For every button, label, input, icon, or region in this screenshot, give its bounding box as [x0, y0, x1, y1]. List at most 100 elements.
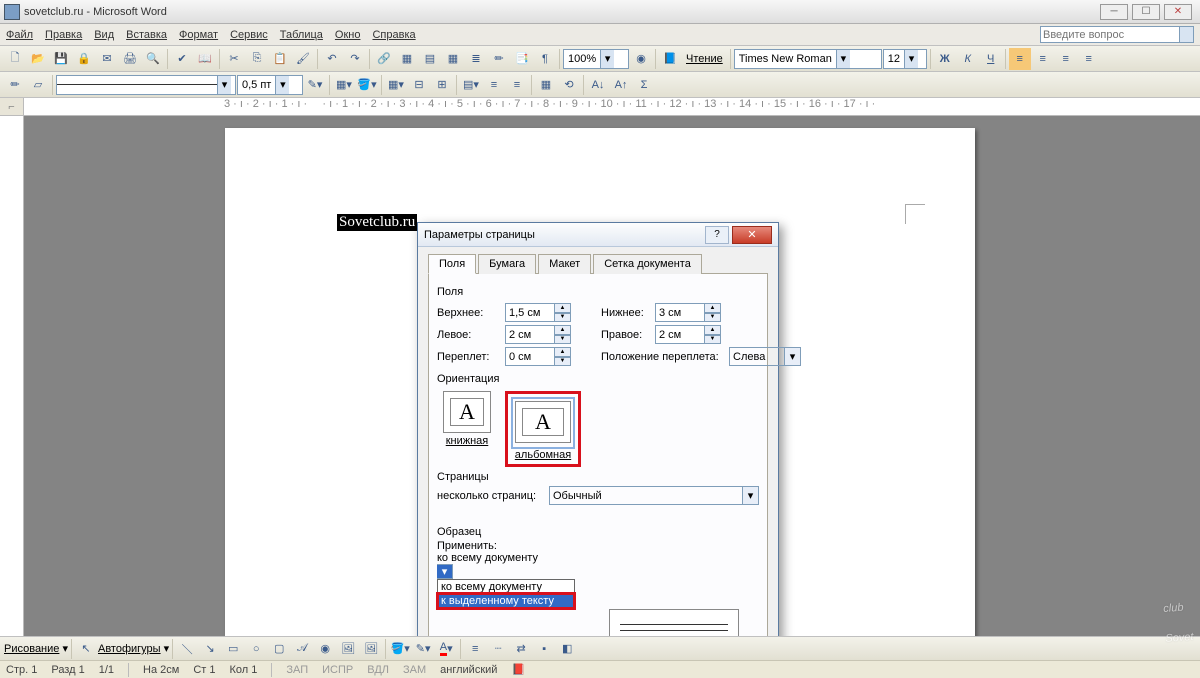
insert-table2-icon[interactable]: ▦▾ [385, 74, 407, 96]
apply-option-selection[interactable]: к выделенному тексту [438, 594, 574, 608]
align-left-button[interactable]: ≡ [1009, 48, 1031, 70]
menu-window[interactable]: Окно [335, 29, 361, 41]
distribute-rows-icon[interactable]: ≡ [483, 74, 505, 96]
cut-icon[interactable]: ✂ [223, 48, 245, 70]
dialog-help-button[interactable]: ? [705, 226, 729, 244]
border-color-icon[interactable]: ✎▾ [304, 74, 326, 96]
bold-button[interactable]: Ж [934, 48, 956, 70]
distribute-cols-icon[interactable]: ≡ [506, 74, 528, 96]
menu-edit[interactable]: Правка [45, 29, 82, 41]
menu-help[interactable]: Справка [372, 29, 415, 41]
diagram-icon[interactable]: ◉ [314, 638, 336, 660]
arrow-icon[interactable]: ↘ [199, 638, 221, 660]
sort-desc-icon[interactable]: A↑ [610, 74, 632, 96]
orientation-portrait[interactable]: A книжная [443, 391, 491, 467]
horizontal-ruler[interactable]: 3 · ı · 2 · ı · 1 · ı · · ı · 1 · ı · 2 … [24, 98, 1200, 115]
read-label[interactable]: Чтение [686, 53, 723, 65]
size-combo[interactable]: 12▾ [883, 49, 927, 69]
open-icon[interactable]: 📂 [27, 48, 49, 70]
line-icon[interactable]: ＼ [176, 638, 198, 660]
read-icon[interactable]: 📘 [659, 48, 681, 70]
vertical-ruler[interactable] [0, 116, 24, 647]
shadow-icon[interactable]: ▪ [533, 638, 555, 660]
gutter-input[interactable]: ▲▼ [505, 347, 571, 366]
oval-icon[interactable]: ○ [245, 638, 267, 660]
apply-to-select[interactable]: ко всему документу▾ [437, 552, 575, 579]
textbox-icon[interactable]: ▢ [268, 638, 290, 660]
showmarks-icon[interactable]: ¶ [534, 48, 556, 70]
drawing-icon[interactable]: ✏ [488, 48, 510, 70]
status-rev[interactable]: ИСПР [322, 664, 353, 676]
apply-to-dropdown[interactable]: ко всему документу к выделенному тексту [437, 579, 575, 609]
multi-pages-select[interactable]: Обычный▾ [549, 486, 759, 505]
tab-paper[interactable]: Бумага [478, 254, 536, 274]
picture-icon[interactable]: 🖼 [360, 638, 382, 660]
draw-table-icon[interactable]: ✏ [4, 74, 26, 96]
autosum-icon[interactable]: Σ [633, 74, 655, 96]
rectangle-icon[interactable]: ▭ [222, 638, 244, 660]
margin-left-input[interactable]: ▲▼ [505, 325, 571, 344]
autoformat-icon[interactable]: ▦ [535, 74, 557, 96]
text-direction-icon[interactable]: ⟲ [558, 74, 580, 96]
tables-borders-icon[interactable]: ▦ [396, 48, 418, 70]
font-color-icon[interactable]: A▾ [435, 638, 457, 660]
align-justify-button[interactable]: ≡ [1078, 48, 1100, 70]
autoshapes-menu[interactable]: Автофигуры ▾ [98, 642, 169, 655]
zoom-combo[interactable]: 100%▾ [563, 49, 629, 69]
margin-right-input[interactable]: ▲▼ [655, 325, 721, 344]
preview-icon[interactable]: 🔍 [142, 48, 164, 70]
select-arrow-icon[interactable]: ↖ [75, 638, 97, 660]
dialog-close-button[interactable]: ✕ [732, 226, 772, 244]
borders-icon[interactable]: ▦▾ [333, 74, 355, 96]
shading-icon[interactable]: 🪣▾ [356, 74, 378, 96]
tab-layout[interactable]: Макет [538, 254, 591, 274]
margin-top-input[interactable]: ▲▼ [505, 303, 571, 322]
italic-button[interactable]: К [957, 48, 979, 70]
maximize-button[interactable]: ☐ [1132, 4, 1160, 20]
email-icon[interactable]: ✉ [96, 48, 118, 70]
merge-cells-icon[interactable]: ⊟ [408, 74, 430, 96]
align-center-button[interactable]: ≡ [1032, 48, 1054, 70]
save-icon[interactable]: 💾 [50, 48, 72, 70]
arrowstyle-icon[interactable]: ⇄ [510, 638, 532, 660]
help-icon[interactable]: ◉ [630, 48, 652, 70]
menu-format[interactable]: Формат [179, 29, 218, 41]
align-cell-icon[interactable]: ▤▾ [460, 74, 482, 96]
menu-insert[interactable]: Вставка [126, 29, 167, 41]
clipart-icon[interactable]: 🖼 [337, 638, 359, 660]
line-style-combo[interactable]: ▾ [56, 75, 236, 95]
menu-tools[interactable]: Сервис [230, 29, 268, 41]
docmap-icon[interactable]: 📑 [511, 48, 533, 70]
undo-icon[interactable]: ↶ [321, 48, 343, 70]
selected-text[interactable]: Sovetclub.ru [337, 214, 417, 231]
line-color-icon[interactable]: ✎▾ [412, 638, 434, 660]
fill-color-icon[interactable]: 🪣▾ [389, 638, 411, 660]
dialog-titlebar[interactable]: Параметры страницы ? ✕ [418, 223, 778, 247]
new-doc-icon[interactable]: 🗋 [4, 48, 26, 70]
hyperlink-icon[interactable]: 🔗 [373, 48, 395, 70]
help-dropdown-icon[interactable] [1180, 26, 1194, 43]
split-cells-icon[interactable]: ⊞ [431, 74, 453, 96]
font-combo[interactable]: Times New Roman▾ [734, 49, 882, 69]
menu-view[interactable]: Вид [94, 29, 114, 41]
redo-icon[interactable]: ↷ [344, 48, 366, 70]
spell-icon[interactable]: ✔ [171, 48, 193, 70]
help-search-input[interactable] [1040, 26, 1180, 43]
research-icon[interactable]: 📖 [194, 48, 216, 70]
status-lang[interactable]: английский [440, 664, 497, 676]
status-rec[interactable]: ЗАП [286, 664, 308, 676]
minimize-button[interactable]: ─ [1100, 4, 1128, 20]
menu-file[interactable]: Файл [6, 29, 33, 41]
format-painter-icon[interactable]: 🖌 [292, 48, 314, 70]
linestyle-icon[interactable]: ≡ [464, 638, 486, 660]
tab-fields[interactable]: Поля [428, 254, 476, 274]
apply-option-all[interactable]: ко всему документу [438, 580, 574, 594]
align-right-button[interactable]: ≡ [1055, 48, 1077, 70]
tab-docgrid[interactable]: Сетка документа [593, 254, 702, 274]
eraser-icon[interactable]: ▱ [27, 74, 49, 96]
underline-button[interactable]: Ч [980, 48, 1002, 70]
dashstyle-icon[interactable]: ┈ [487, 638, 509, 660]
insert-table-icon[interactable]: ▤ [419, 48, 441, 70]
menu-table[interactable]: Таблица [280, 29, 323, 41]
excel-icon[interactable]: ▦ [442, 48, 464, 70]
